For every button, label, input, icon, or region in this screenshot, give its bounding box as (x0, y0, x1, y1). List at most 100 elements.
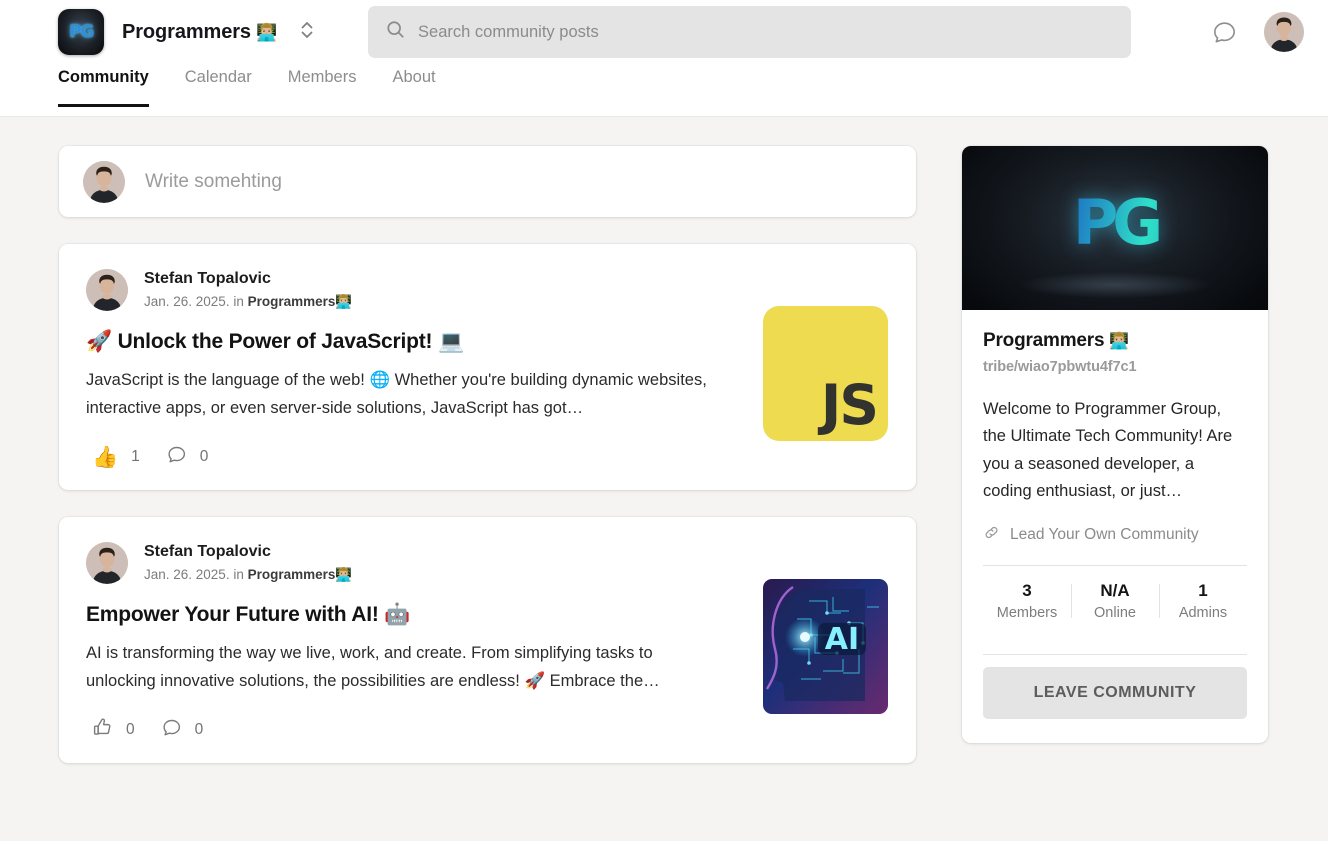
tab-about[interactable]: About (392, 64, 435, 107)
post-date: Jan. 26. 2025. (144, 566, 230, 582)
community-banner: PG (962, 146, 1268, 310)
app-header: PG Programmers👨🏼‍💻 (0, 0, 1328, 117)
comment-button[interactable]: 0 (155, 715, 214, 745)
chat-bubble-icon[interactable] (1211, 19, 1238, 46)
search-input[interactable] (418, 6, 1114, 58)
post-in-label: in (233, 566, 244, 582)
community-title-text: Programmers (122, 20, 251, 43)
community-details: Programmers 👨🏼‍💻 tribe/wiao7pbwtu4f7c1 We… (962, 310, 1268, 719)
post-thumbnail[interactable]: AI (763, 579, 888, 715)
post-title-text: Unlock the Power of JavaScript! (117, 330, 433, 354)
post-card[interactable]: Stefan Topalovic Jan. 26. 2025. in Progr… (59, 517, 916, 764)
community-description: Welcome to Programmer Group, the Ultimat… (983, 400, 1233, 501)
stat-label: Admins (1178, 604, 1228, 621)
tab-bar: Community Calendar Members About (0, 64, 1328, 116)
banner-reflection (1020, 272, 1210, 298)
composer-avatar (83, 160, 125, 203)
community-banner-logo: PG (962, 186, 1268, 259)
post-thumbnail[interactable]: JS (763, 306, 888, 441)
stat-label: Members (996, 604, 1058, 621)
rocket-emoji: 🚀 (524, 671, 545, 691)
comment-bubble-icon (161, 717, 182, 743)
post-author-avatar[interactable] (86, 269, 128, 312)
post-meta: Jan. 26. 2025. in Programmers👨🏼‍💻 (144, 292, 352, 313)
post-community-name[interactable]: Programmers (248, 294, 336, 309)
technologist-emoji: 👨🏼‍💻 (255, 22, 278, 43)
post-author-block: Stefan Topalovic Jan. 26. 2025. in Progr… (144, 541, 352, 585)
app-logo[interactable]: PG (58, 9, 104, 55)
stat-members: 3 Members (983, 581, 1071, 621)
thumbs-up-outline-icon (92, 717, 113, 743)
tab-calendar[interactable]: Calendar (185, 64, 252, 107)
stat-label: Online (1094, 604, 1136, 621)
post-date: Jan. 26. 2025. (144, 293, 230, 309)
post-in-label: in (233, 293, 244, 309)
technologist-emoji: 👨🏼‍💻 (335, 293, 353, 310)
technologist-emoji: 👨🏼‍💻 (1109, 331, 1130, 350)
stat-admins: 1 Admins (1159, 581, 1247, 621)
like-count: 0 (126, 721, 135, 739)
avatar-image (83, 160, 125, 203)
post-community-name[interactable]: Programmers (248, 567, 336, 582)
page-title: Programmers 👨🏼‍💻 (122, 21, 277, 44)
robot-emoji: 🤖 (384, 602, 411, 627)
community-switcher-button[interactable] (293, 14, 321, 50)
header-actions (1211, 12, 1304, 52)
post-actions: 0 0 (86, 715, 890, 745)
comment-count: 0 (194, 721, 204, 739)
like-button[interactable]: 👍 1 (86, 445, 150, 470)
stat-value: N/A (1100, 580, 1130, 600)
ai-head-image: AI (763, 579, 888, 715)
javascript-logo: JS (763, 306, 888, 441)
header-top-bar: PG Programmers 👨🏼‍💻 (0, 0, 1328, 64)
laptop-emoji: 💻 (437, 329, 464, 354)
page-content: Write somehting Stefan Topalovic Jan. 26… (0, 117, 1328, 764)
tab-community[interactable]: Community (58, 64, 149, 107)
app-logo-text: PG (69, 22, 94, 42)
post-composer[interactable]: Write somehting (59, 146, 916, 217)
post-title[interactable]: 🚀 Unlock the Power of JavaScript! 💻 (86, 328, 710, 355)
post-author-block: Stefan Topalovic Jan. 26. 2025. in Progr… (144, 268, 352, 312)
link-icon (983, 524, 1000, 546)
search-icon (386, 20, 405, 44)
post-actions: 👍 1 0 (86, 442, 890, 472)
rocket-emoji: 🚀 (86, 329, 112, 354)
svg-text:AI: AI (825, 622, 859, 657)
post-excerpt: AI is transforming the way we live, work… (86, 640, 710, 696)
stat-online: N/A Online (1071, 581, 1159, 621)
post-excerpt-part2: Embrace the… (549, 672, 660, 691)
javascript-logo-text: JS (820, 373, 879, 437)
post-title[interactable]: Empower Your Future with AI! 🤖 (86, 601, 710, 628)
post-card[interactable]: Stefan Topalovic Jan. 26. 2025. in Progr… (59, 244, 916, 491)
post-title-text: Empower Your Future with AI! (86, 603, 379, 627)
comment-button[interactable]: 0 (160, 442, 219, 472)
tab-members[interactable]: Members (288, 64, 357, 107)
community-slug: tribe/wiao7pbwtu4f7c1 (983, 359, 1137, 375)
post-excerpt: JavaScript is the language of the web! 🌐… (86, 366, 710, 422)
globe-emoji: 🌐 (369, 370, 390, 390)
community-sidebar: PG Programmers 👨🏼‍💻 tribe/wiao7pbwtu4f7c1… (962, 146, 1268, 743)
unfold-vertical-icon (299, 18, 315, 47)
lead-community-label: Lead Your Own Community (1010, 525, 1199, 543)
thumbs-up-filled-icon: 👍 (92, 444, 119, 469)
divider-bottom (983, 653, 1247, 655)
avatar[interactable] (1264, 12, 1304, 52)
technologist-emoji: 👨🏼‍💻 (335, 566, 353, 583)
community-stats: 3 Members N/A Online 1 Admins (983, 566, 1247, 635)
avatar-image (86, 269, 128, 312)
post-author-avatar[interactable] (86, 542, 128, 585)
like-count: 1 (131, 448, 140, 466)
comment-bubble-icon (166, 444, 187, 470)
avatar-image (86, 542, 128, 585)
community-name: Programmers 👨🏼‍💻 (983, 330, 1247, 352)
comment-count: 0 (199, 448, 209, 466)
post-feed: Write somehting Stefan Topalovic Jan. 26… (59, 146, 916, 764)
leave-community-button[interactable]: LEAVE COMMUNITY (983, 666, 1247, 719)
composer-placeholder[interactable]: Write somehting (145, 171, 282, 193)
like-button[interactable]: 0 (86, 715, 145, 745)
post-author-name[interactable]: Stefan Topalovic (144, 541, 352, 563)
post-author-name[interactable]: Stefan Topalovic (144, 268, 352, 290)
search-bar[interactable] (368, 6, 1132, 58)
avatar-image (1264, 12, 1304, 52)
lead-your-own-community-link[interactable]: Lead Your Own Community (983, 524, 1247, 546)
